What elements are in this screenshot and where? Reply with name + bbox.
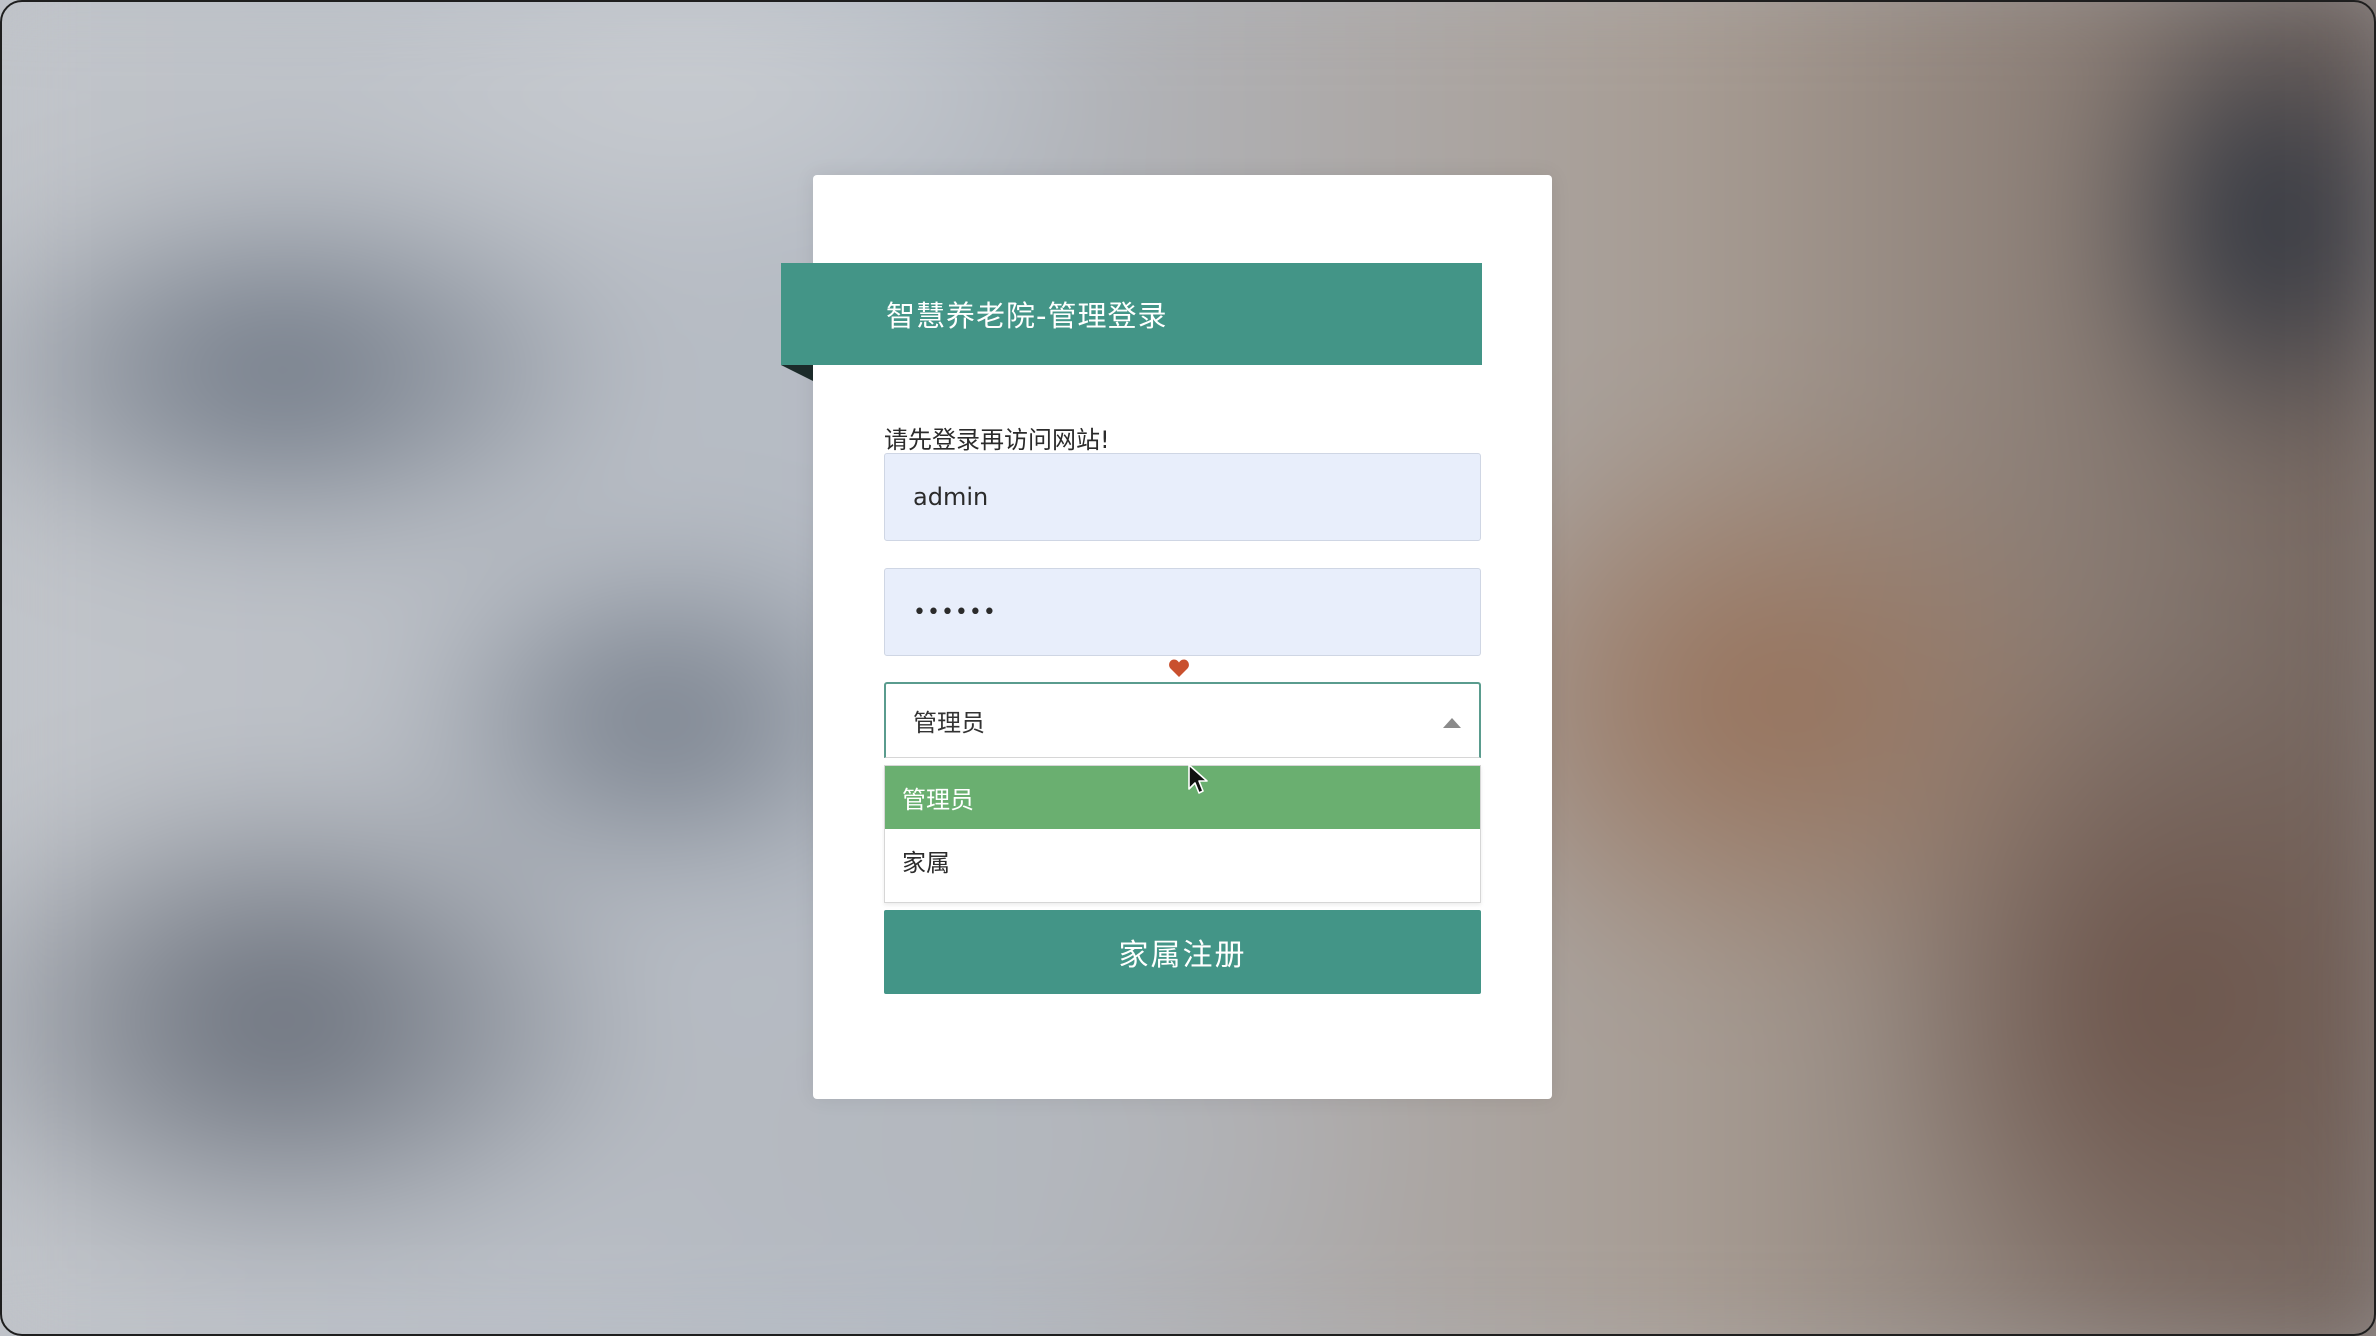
caret-up-icon[interactable] [1443,718,1461,728]
heart-icon [1169,659,1189,677]
username-value: admin [913,483,989,511]
role-select[interactable]: 管理员 [884,682,1481,758]
role-dropdown-list: 管理员 家属 [884,765,1481,903]
username-input[interactable]: admin [884,453,1481,541]
mouse-pointer-icon [1188,764,1208,794]
role-option-admin[interactable]: 管理员 [885,766,1480,829]
screen: 智慧养老院-管理登录 请先登录再访问网站! admin •••••• 管理员 管… [0,0,2376,1336]
family-register-button[interactable]: 家属注册 [884,910,1481,994]
role-select-value: 管理员 [913,709,985,737]
role-option-family[interactable]: 家属 [885,829,1480,892]
login-notice: 请先登录再访问网站! [884,426,1110,454]
password-input[interactable]: •••••• [884,568,1481,656]
page-title: 智慧养老院-管理登录 [886,299,1168,333]
ribbon-fold [781,365,813,381]
password-value: •••••• [913,599,997,625]
login-title-banner: 智慧养老院-管理登录 [781,263,1482,365]
login-card: 智慧养老院-管理登录 请先登录再访问网站! admin •••••• 管理员 管… [781,175,1552,1099]
